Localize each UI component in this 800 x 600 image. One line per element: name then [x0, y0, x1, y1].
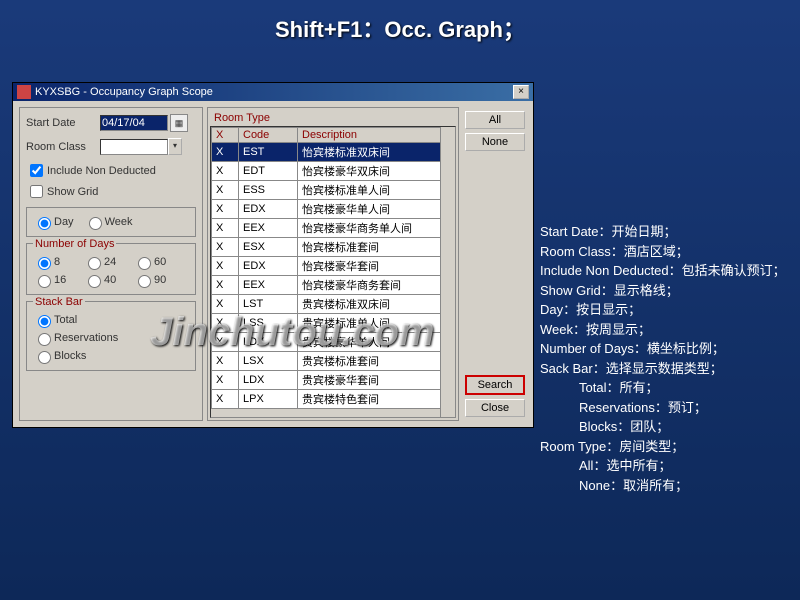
- start-date-input[interactable]: [100, 115, 168, 131]
- app-icon: [17, 85, 31, 99]
- desc-line: Show Grid：显示格线；: [540, 281, 786, 301]
- desc-line: Blocks：团队；: [540, 417, 786, 437]
- days-radio-90[interactable]: 90: [133, 272, 173, 288]
- table-row[interactable]: XEDX怡宾楼豪华套间: [212, 257, 455, 276]
- close-icon[interactable]: ×: [513, 85, 529, 99]
- desc-line: Total：所有；: [540, 378, 786, 398]
- room-class-label: Room Class: [26, 141, 100, 153]
- col-desc[interactable]: Description: [298, 128, 455, 143]
- show-grid-label: Show Grid: [47, 186, 98, 198]
- desc-line: Include Non Deducted：包括未确认预订；: [540, 261, 786, 281]
- stack-radio-reservations[interactable]: Reservations: [33, 330, 189, 346]
- table-row[interactable]: XESX怡宾楼标准套间: [212, 238, 455, 257]
- table-row[interactable]: XLPX贵宾楼特色套间: [212, 390, 455, 409]
- desc-line: Reservations：预订；: [540, 398, 786, 418]
- none-button[interactable]: None: [465, 133, 525, 151]
- close-button[interactable]: Close: [465, 399, 525, 417]
- desc-line: All：选中所有；: [540, 456, 786, 476]
- days-radio-40[interactable]: 40: [83, 272, 123, 288]
- days-radio-24[interactable]: 24: [83, 254, 123, 270]
- desc-line: Week：按周显示；: [540, 320, 786, 340]
- dropdown-icon[interactable]: ▾: [168, 138, 182, 155]
- desc-line: Sack Bar：选择显示数据类型；: [540, 359, 786, 379]
- scrollbar[interactable]: [440, 127, 455, 417]
- start-date-label: Start Date: [26, 117, 100, 129]
- desc-line: Room Type：房间类型；: [540, 437, 786, 457]
- desc-line: None：取消所有；: [540, 476, 786, 496]
- week-radio[interactable]: Week: [84, 214, 133, 230]
- col-code[interactable]: Code: [239, 128, 298, 143]
- table-row[interactable]: XESS怡宾楼标准单人间: [212, 181, 455, 200]
- table-row[interactable]: XLSX贵宾楼标准套间: [212, 352, 455, 371]
- table-row[interactable]: XEDT怡宾楼豪华双床间: [212, 162, 455, 181]
- desc-line: Start Date：开始日期；: [540, 222, 786, 242]
- table-row[interactable]: XEEX怡宾楼豪华商务单人间: [212, 219, 455, 238]
- days-radio-60[interactable]: 60: [133, 254, 173, 270]
- days-radio-16[interactable]: 16: [33, 272, 73, 288]
- room-type-title: Room Type: [210, 110, 456, 126]
- titlebar: KYXSBG - Occupancy Graph Scope ×: [13, 83, 533, 101]
- table-row[interactable]: XEDX怡宾楼豪华单人间: [212, 200, 455, 219]
- desc-line: Room Class：酒店区域；: [540, 242, 786, 262]
- page-title: Shift+F1：Occ. Graph；: [0, 0, 800, 56]
- occupancy-dialog: KYXSBG - Occupancy Graph Scope × Start D…: [12, 82, 534, 428]
- table-row[interactable]: XEST怡宾楼标准双床间: [212, 143, 455, 162]
- include-label: Include Non Deducted: [47, 165, 156, 177]
- col-x[interactable]: X: [212, 128, 239, 143]
- stack-radio-blocks[interactable]: Blocks: [33, 348, 189, 364]
- days-radio-8[interactable]: 8: [33, 254, 73, 270]
- number-days-title: Number of Days: [33, 238, 116, 250]
- stack-bar-title: Stack Bar: [33, 296, 85, 308]
- desc-line: Number of Days：横坐标比例；: [540, 339, 786, 359]
- search-button[interactable]: Search: [465, 375, 525, 395]
- table-row[interactable]: XEEX怡宾楼豪华商务套间: [212, 276, 455, 295]
- room-type-table: X Code Description XEST怡宾楼标准双床间XEDT怡宾楼豪华…: [211, 127, 455, 409]
- table-row[interactable]: XLDX贵宾楼豪华单人间: [212, 333, 455, 352]
- dialog-title: KYXSBG - Occupancy Graph Scope: [35, 86, 213, 98]
- day-radio[interactable]: Day: [33, 214, 74, 230]
- all-button[interactable]: All: [465, 111, 525, 129]
- show-grid-checkbox[interactable]: [30, 185, 43, 198]
- table-row[interactable]: XLST贵宾楼标准双床间: [212, 295, 455, 314]
- include-checkbox[interactable]: [30, 164, 43, 177]
- calendar-icon[interactable]: ▦: [170, 114, 188, 132]
- description-panel: Start Date：开始日期；Room Class：酒店区域；Include …: [540, 222, 786, 495]
- table-row[interactable]: XLSS贵宾楼标准单人间: [212, 314, 455, 333]
- table-row[interactable]: XLDX贵宾楼豪华套间: [212, 371, 455, 390]
- desc-line: Day：按日显示；: [540, 300, 786, 320]
- room-class-input[interactable]: [100, 139, 168, 155]
- stack-radio-total[interactable]: Total: [33, 312, 189, 328]
